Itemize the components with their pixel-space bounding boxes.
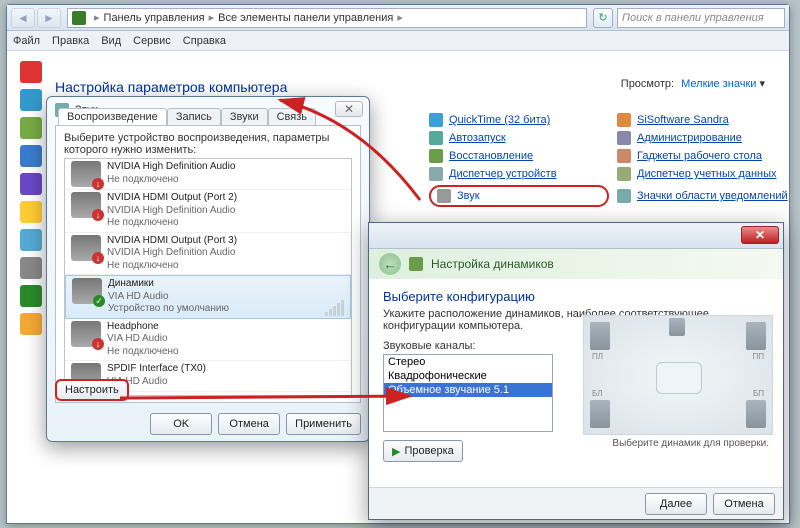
next-button[interactable]: Далее bbox=[645, 493, 707, 515]
device-row[interactable]: ↓HeadphoneVIA HD AudioНе подключено bbox=[65, 319, 351, 362]
device-icon: ↓ bbox=[71, 192, 101, 218]
listener-icon bbox=[656, 362, 702, 394]
cred-icon bbox=[617, 167, 631, 181]
app-icon[interactable] bbox=[20, 257, 42, 279]
cp-item-restore[interactable]: Восстановление bbox=[429, 149, 609, 163]
wizard-hint: Выберите динамик для проверки. bbox=[612, 438, 769, 449]
app-icon[interactable] bbox=[20, 229, 42, 251]
app-icon[interactable] bbox=[20, 201, 42, 223]
device-list[interactable]: ↓NVIDIA High Definition AudioНе подключе… bbox=[64, 158, 352, 396]
view-mode-line: Просмотр: Мелкие значки ▾ bbox=[621, 77, 765, 90]
configure-button[interactable]: Настроить bbox=[55, 379, 129, 401]
tray-icon bbox=[617, 189, 631, 203]
menu-help[interactable]: Справка bbox=[183, 35, 226, 47]
menubar: Файл Правка Вид Сервис Справка bbox=[7, 31, 789, 51]
speaker-setup-wizard: ✕ ← Настройка динамиков Выберите конфигу… bbox=[368, 222, 784, 520]
device-row[interactable]: ↓NVIDIA HDMI Output (Port 3)NVIDIA High … bbox=[65, 233, 351, 276]
tab-comm[interactable]: Связь bbox=[268, 108, 316, 125]
breadcrumb[interactable]: ▸ Панель управления ▸ Все элементы панел… bbox=[67, 8, 587, 28]
cancel-button[interactable]: Отмена bbox=[713, 493, 775, 515]
cp-item-autorun[interactable]: Автозапуск bbox=[429, 131, 609, 145]
speaker-fr[interactable] bbox=[746, 322, 766, 350]
channel-option[interactable]: Объемное звучание 5.1 bbox=[384, 383, 552, 397]
cp-item-quicktime[interactable]: QuickTime (32 бита) bbox=[429, 113, 609, 127]
breadcrumb-part: Все элементы панели управления bbox=[218, 12, 393, 24]
cp-item-devmgr[interactable]: Диспетчер устройств bbox=[429, 167, 609, 181]
nav-back-button[interactable]: ◄ bbox=[11, 8, 35, 28]
menu-view[interactable]: Вид bbox=[101, 35, 121, 47]
device-row[interactable]: ↓NVIDIA HDMI Output (Port 2)NVIDIA High … bbox=[65, 190, 351, 233]
speaker-br[interactable] bbox=[746, 400, 766, 428]
autorun-icon bbox=[429, 131, 443, 145]
tab-playback[interactable]: Воспроизведение bbox=[58, 108, 167, 125]
device-row[interactable]: ✓ДинамикиVIA HD AudioУстройство по умолч… bbox=[65, 275, 351, 319]
control-panel-items: QuickTime (32 бита) SiSoftware Sandra Ав… bbox=[429, 113, 800, 207]
channels-listbox[interactable]: СтереоКвадрофоническиеОбъемное звучание … bbox=[383, 354, 553, 432]
control-panel-icon bbox=[72, 11, 86, 25]
sisoftware-icon bbox=[617, 113, 631, 127]
wizard-close-button[interactable]: ✕ bbox=[741, 226, 779, 244]
sound-tab-panel: Воспроизведение Запись Звуки Связь Выбер… bbox=[55, 125, 361, 403]
nav-forward-button[interactable]: ► bbox=[37, 8, 61, 28]
left-icon-strip bbox=[13, 55, 49, 515]
cp-item-sound[interactable]: Звук bbox=[429, 185, 609, 207]
speaker-layout-diagram: ПЛ ПП БЛ БП bbox=[583, 315, 773, 435]
speaker-fl[interactable] bbox=[590, 322, 610, 350]
ok-button[interactable]: OK bbox=[150, 413, 212, 435]
wizard-heading: Выберите конфигурацию bbox=[383, 289, 769, 304]
device-icon: ↓ bbox=[71, 161, 101, 187]
wizard-footer: Далее Отмена bbox=[369, 487, 783, 519]
device-icon: ↓ bbox=[71, 235, 101, 261]
channel-option[interactable]: Стерео bbox=[384, 355, 552, 369]
app-icon[interactable] bbox=[20, 61, 42, 83]
speaker-icon bbox=[409, 257, 423, 271]
app-icon[interactable] bbox=[20, 285, 42, 307]
app-icon[interactable] bbox=[20, 173, 42, 195]
restore-icon bbox=[429, 149, 443, 163]
tab-recording[interactable]: Запись bbox=[167, 108, 221, 125]
cancel-button[interactable]: Отмена bbox=[218, 413, 280, 435]
device-icon: ↓ bbox=[71, 321, 101, 347]
cp-item-gadgets[interactable]: Гаджеты рабочего стола bbox=[617, 149, 800, 163]
wizard-title: Настройка динамиков bbox=[431, 257, 554, 271]
menu-file[interactable]: Файл bbox=[13, 35, 40, 47]
devmgr-icon bbox=[429, 167, 443, 181]
channel-option[interactable]: Квадрофонические bbox=[384, 369, 552, 383]
app-icon[interactable] bbox=[20, 89, 42, 111]
titlebar: ◄ ► ▸ Панель управления ▸ Все элементы п… bbox=[7, 5, 789, 31]
apply-button[interactable]: Применить bbox=[286, 413, 361, 435]
search-placeholder: Поиск в панели управления bbox=[622, 12, 764, 24]
breadcrumb-part: Панель управления bbox=[104, 12, 205, 24]
wizard-titlebar: ✕ bbox=[369, 223, 783, 249]
cp-item-tray[interactable]: Значки области уведомлений bbox=[617, 185, 800, 207]
tab-instruction: Выберите устройство воспроизведения, пар… bbox=[56, 126, 360, 158]
menu-edit[interactable]: Правка bbox=[52, 35, 89, 47]
wizard-body: Выберите конфигурацию Укажите расположен… bbox=[369, 279, 783, 489]
close-button[interactable]: ✕ bbox=[335, 101, 363, 117]
menu-service[interactable]: Сервис bbox=[133, 35, 171, 47]
wizard-header: ← Настройка динамиков bbox=[369, 249, 783, 279]
app-icon[interactable] bbox=[20, 313, 42, 335]
app-icon[interactable] bbox=[20, 117, 42, 139]
refresh-button[interactable]: ↻ bbox=[593, 8, 613, 28]
speaker-center[interactable] bbox=[669, 318, 685, 336]
sound-dialog: Звук ✕ Воспроизведение Запись Звуки Связ… bbox=[46, 96, 370, 442]
view-mode-link[interactable]: Мелкие значки bbox=[681, 78, 756, 90]
sound-icon bbox=[437, 189, 451, 203]
wizard-back-button[interactable]: ← bbox=[379, 253, 401, 275]
device-row[interactable]: ↓NVIDIA High Definition AudioНе подключе… bbox=[65, 159, 351, 190]
app-icon[interactable] bbox=[20, 145, 42, 167]
test-button[interactable]: ▶Проверка bbox=[383, 440, 463, 462]
cp-item-sisoftware[interactable]: SiSoftware Sandra bbox=[617, 113, 800, 127]
quicktime-icon bbox=[429, 113, 443, 127]
speaker-bl[interactable] bbox=[590, 400, 610, 428]
device-icon: ✓ bbox=[72, 278, 102, 304]
search-input[interactable]: Поиск в панели управления bbox=[617, 8, 785, 28]
cp-item-admin[interactable]: Администрирование bbox=[617, 131, 800, 145]
cp-item-credentials[interactable]: Диспетчер учетных данных bbox=[617, 167, 800, 181]
gadgets-icon bbox=[617, 149, 631, 163]
tab-sounds[interactable]: Звуки bbox=[221, 108, 268, 125]
admin-icon bbox=[617, 131, 631, 145]
